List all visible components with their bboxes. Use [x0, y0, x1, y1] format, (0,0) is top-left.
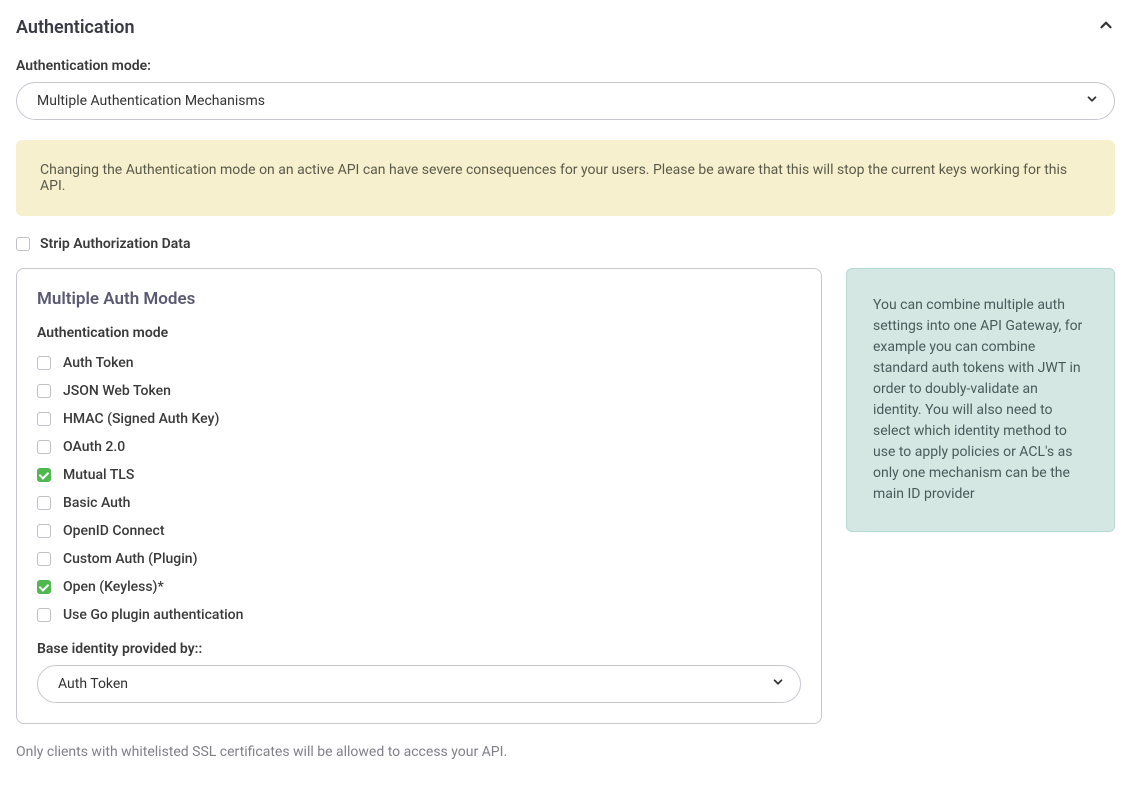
multiple-auth-panel: Multiple Auth Modes Authentication mode … [16, 268, 822, 724]
base-identity-select[interactable]: Auth Token [37, 665, 801, 703]
panel-title: Multiple Auth Modes [37, 289, 801, 309]
content-row: Multiple Auth Modes Authentication mode … [16, 268, 1115, 724]
go-plugin-checkbox[interactable] [37, 608, 51, 622]
oauth-checkbox[interactable] [37, 440, 51, 454]
auth-item-go-plugin: Use Go plugin authentication [37, 607, 801, 623]
jwt-label: JSON Web Token [63, 383, 171, 399]
open-keyless-checkbox[interactable] [37, 580, 51, 594]
openid-checkbox[interactable] [37, 524, 51, 538]
auth-item-auth-token: Auth Token [37, 355, 801, 371]
section-title: Authentication [16, 17, 135, 38]
auth-item-open-keyless: Open (Keyless)* [37, 579, 801, 595]
warning-banner: Changing the Authentication mode on an a… [16, 140, 1115, 216]
auth-item-mutual-tls: Mutual TLS [37, 467, 801, 483]
collapse-icon[interactable] [1097, 16, 1115, 38]
auth-item-basic-auth: Basic Auth [37, 495, 801, 511]
auth-mode-label: Authentication mode: [16, 58, 1115, 74]
auth-item-custom-auth: Custom Auth (Plugin) [37, 551, 801, 567]
open-keyless-label: Open (Keyless)* [63, 579, 164, 595]
auth-mode-select[interactable]: Multiple Authentication Mechanisms [16, 82, 1115, 120]
custom-auth-checkbox[interactable] [37, 552, 51, 566]
openid-label: OpenID Connect [63, 523, 165, 539]
mutual-tls-checkbox[interactable] [37, 468, 51, 482]
auth-mode-list: Auth Token JSON Web Token HMAC (Signed A… [37, 355, 801, 623]
panel-sublabel: Authentication mode [37, 325, 801, 341]
hmac-checkbox[interactable] [37, 412, 51, 426]
custom-auth-label: Custom Auth (Plugin) [63, 551, 198, 567]
info-box: You can combine multiple auth settings i… [846, 268, 1115, 532]
auth-item-openid: OpenID Connect [37, 523, 801, 539]
mutual-tls-label: Mutual TLS [63, 467, 134, 483]
strip-auth-checkbox[interactable] [16, 237, 30, 251]
oauth-label: OAuth 2.0 [63, 439, 125, 455]
basic-auth-label: Basic Auth [63, 495, 130, 511]
auth-mode-select-wrapper: Multiple Authentication Mechanisms [16, 82, 1115, 120]
auth-item-oauth: OAuth 2.0 [37, 439, 801, 455]
hmac-label: HMAC (Signed Auth Key) [63, 411, 219, 427]
section-header: Authentication [16, 16, 1115, 38]
basic-auth-checkbox[interactable] [37, 496, 51, 510]
base-identity-select-wrapper: Auth Token [37, 665, 801, 703]
auth-token-checkbox[interactable] [37, 356, 51, 370]
auth-item-hmac: HMAC (Signed Auth Key) [37, 411, 801, 427]
footer-note: Only clients with whitelisted SSL certif… [16, 744, 1115, 760]
base-identity-group: Base identity provided by:: Auth Token [37, 641, 801, 703]
auth-token-label: Auth Token [63, 355, 134, 371]
auth-item-jwt: JSON Web Token [37, 383, 801, 399]
base-identity-label: Base identity provided by:: [37, 641, 801, 657]
go-plugin-label: Use Go plugin authentication [63, 607, 243, 623]
strip-auth-row: Strip Authorization Data [16, 236, 1115, 252]
strip-auth-label: Strip Authorization Data [40, 236, 191, 252]
jwt-checkbox[interactable] [37, 384, 51, 398]
